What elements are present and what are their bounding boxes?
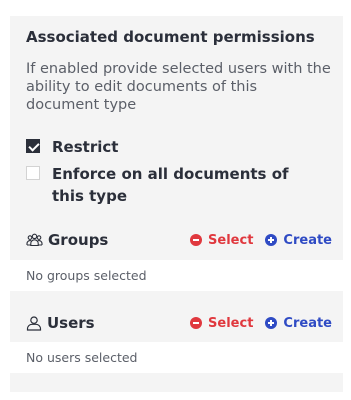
users-create-label: Create — [283, 315, 332, 331]
restrict-checkbox[interactable] — [26, 139, 40, 153]
groups-select-label: Select — [208, 232, 254, 248]
users-title: Users — [47, 314, 95, 332]
enforce-label: Enforce on all documents of this type — [52, 165, 289, 205]
groups-create-label: Create — [283, 232, 332, 248]
users-select-button[interactable]: Select — [190, 316, 253, 331]
restrict-option[interactable]: Restrict — [26, 136, 118, 158]
users-select-label: Select — [208, 315, 254, 331]
groups-icon — [26, 233, 43, 247]
plus-icon — [265, 234, 278, 246]
users-header: Users Select Create — [26, 312, 332, 334]
panel-title: Associated document permissions — [26, 28, 315, 46]
enforce-option[interactable]: Enforce on all documents of this type — [26, 163, 326, 207]
user-icon — [26, 315, 42, 331]
document-permissions-panel: Associated document permissions If enabl… — [10, 16, 343, 392]
enforce-checkbox[interactable] — [26, 166, 40, 180]
panel-description: If enabled provide selected users with t… — [26, 61, 331, 113]
select-icon — [190, 317, 203, 329]
groups-select-button[interactable]: Select — [190, 233, 253, 248]
select-icon — [190, 234, 203, 246]
users-empty-message: No users selected — [10, 342, 343, 373]
groups-header: Groups Select Create — [26, 229, 332, 251]
users-create-button[interactable]: Create — [265, 316, 332, 331]
groups-title: Groups — [48, 231, 109, 249]
plus-icon — [265, 317, 278, 329]
groups-create-button[interactable]: Create — [265, 233, 332, 248]
groups-empty-message: No groups selected — [10, 260, 343, 291]
restrict-label: Restrict — [52, 138, 119, 156]
